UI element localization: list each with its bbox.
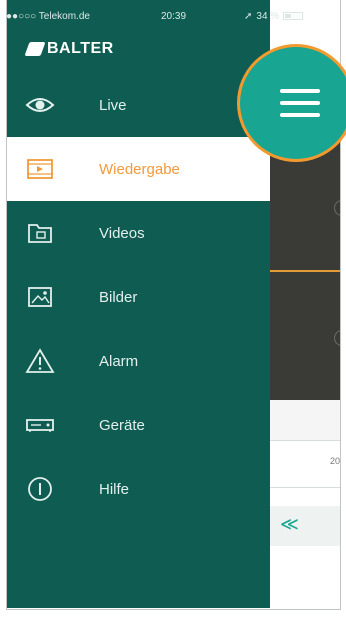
menu-item-alarm[interactable]: Alarm	[7, 329, 270, 393]
menu-label-hilfe: Hilfe	[99, 480, 130, 498]
brand-logo: BALTER	[24, 40, 114, 58]
menu-label-videos: Videos	[99, 224, 145, 242]
menu-item-hilfe[interactable]: Hilfe	[7, 457, 270, 521]
menu-item-geraete[interactable]: Geräte	[7, 393, 270, 457]
play-icon	[334, 330, 340, 346]
side-menu: BALTER Live Wiedergabe Videos Bilder Ala…	[7, 0, 270, 608]
playback-icon	[25, 154, 55, 184]
playback-controls: ≪	[270, 506, 340, 546]
status-bar: ●●○○○ Telekom.de 20:39 ➚ 34 %	[6, 8, 336, 24]
status-right: ➚ 34 %	[244, 10, 304, 22]
hamburger-menu-icon[interactable]	[280, 89, 320, 117]
carrier-label: ●●○○○ Telekom.de	[6, 10, 90, 22]
play-icon	[334, 200, 340, 216]
menu-label-live: Live	[99, 96, 127, 114]
date-row[interactable]: 20	[270, 440, 340, 488]
battery-icon	[283, 12, 304, 20]
menu-label-bilder: Bilder	[99, 288, 138, 306]
menu-label-wiedergabe: Wiedergabe	[99, 160, 180, 178]
hamburger-highlight	[240, 47, 346, 159]
alarm-triangle-icon	[25, 346, 55, 376]
battery-percent: 34 %	[256, 10, 280, 22]
playback-panel-1[interactable]	[270, 140, 340, 272]
menu-item-live[interactable]: Live	[7, 73, 270, 137]
eye-icon	[25, 90, 55, 120]
menu-label-alarm: Alarm	[99, 352, 139, 370]
device-icon	[25, 410, 55, 440]
rewind-icon[interactable]: ≪	[280, 514, 299, 535]
menu-item-wiedergabe[interactable]: Wiedergabe	[7, 137, 270, 201]
clock: 20:39	[161, 10, 187, 22]
playback-panel-2[interactable]	[270, 272, 340, 400]
brand-name: BALTER	[47, 40, 114, 57]
menu-label-geraete: Geräte	[99, 416, 145, 434]
timeline-area	[270, 400, 340, 440]
info-icon	[25, 474, 55, 504]
menu-list: Live Wiedergabe Videos Bilder Alarm Gerä…	[7, 73, 270, 521]
date-row-text: 20	[329, 456, 340, 466]
folder-video-icon	[25, 218, 55, 248]
menu-item-bilder[interactable]: Bilder	[7, 265, 270, 329]
battery-level	[285, 14, 291, 18]
menu-item-videos[interactable]: Videos	[7, 201, 270, 265]
image-icon	[25, 282, 55, 312]
location-icon: ➚	[244, 10, 253, 22]
logo-mark-icon	[24, 42, 46, 56]
